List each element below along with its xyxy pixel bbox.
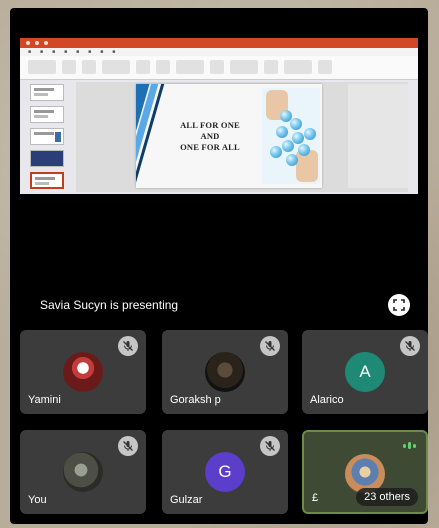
slide-thumbnails — [24, 84, 66, 190]
mic-off-icon — [260, 436, 280, 456]
window-control-icon — [35, 41, 39, 45]
participant-tile[interactable]: G Gulzar — [162, 430, 288, 514]
screen-share[interactable]: ■ ■ ■ ■ ■ ■ ■ ■ ALL FOR ONE AND ONE FOR ALL — [20, 38, 418, 194]
mic-off-icon — [118, 336, 138, 356]
participant-tile-self[interactable]: You — [20, 430, 146, 514]
avatar-initial: A — [345, 352, 385, 392]
participant-name: Goraksh p — [170, 394, 221, 406]
participant-name: Yamini — [28, 394, 61, 406]
participant-tile[interactable]: A Alarico — [302, 330, 428, 414]
current-slide: ALL FOR ONE AND ONE FOR ALL — [136, 84, 322, 188]
fullscreen-icon — [393, 299, 405, 311]
avatar-initial: G — [205, 452, 245, 492]
participant-name: Gulzar — [170, 494, 203, 506]
app-titlebar — [20, 38, 418, 48]
participant-name: You — [28, 494, 47, 506]
slide-thumbnail — [30, 128, 64, 145]
meeting-window: ■ ■ ■ ■ ■ ■ ■ ■ ALL FOR ONE AND ONE FOR ALL — [10, 8, 428, 524]
mic-off-icon — [118, 436, 138, 456]
avatar — [63, 452, 103, 492]
ribbon-tabs: ■ ■ ■ ■ ■ ■ ■ ■ — [20, 48, 418, 56]
presenter-status: Savia Sucyn is presenting — [40, 298, 179, 312]
participant-tile[interactable]: Yamini — [20, 330, 146, 414]
others-count-badge[interactable]: 23 others — [356, 488, 418, 506]
audio-level-icon — [403, 442, 416, 449]
window-control-icon — [26, 41, 30, 45]
mic-off-icon — [400, 336, 420, 356]
notes-pane — [348, 84, 408, 188]
slide-thumbnail — [30, 106, 64, 123]
slide-thumbnail — [30, 150, 64, 167]
window-control-icon — [44, 41, 48, 45]
slide-title: ALL FOR ONE AND ONE FOR ALL — [180, 120, 240, 152]
slide-canvas: ALL FOR ONE AND ONE FOR ALL — [76, 82, 408, 192]
slide-thumbnail-active — [30, 172, 64, 189]
slide-image — [262, 88, 320, 184]
participant-name: £ — [312, 492, 319, 504]
avatar — [63, 352, 103, 392]
participant-tile-others[interactable]: £ 23 others — [302, 430, 428, 514]
ribbon-toolbar — [20, 56, 418, 80]
slide-thumbnail — [30, 84, 64, 101]
avatar — [205, 352, 245, 392]
mic-off-icon — [260, 336, 280, 356]
participant-name: Alarico — [310, 394, 344, 406]
fullscreen-button[interactable] — [388, 294, 410, 316]
participant-tile[interactable]: Goraksh p — [162, 330, 288, 414]
